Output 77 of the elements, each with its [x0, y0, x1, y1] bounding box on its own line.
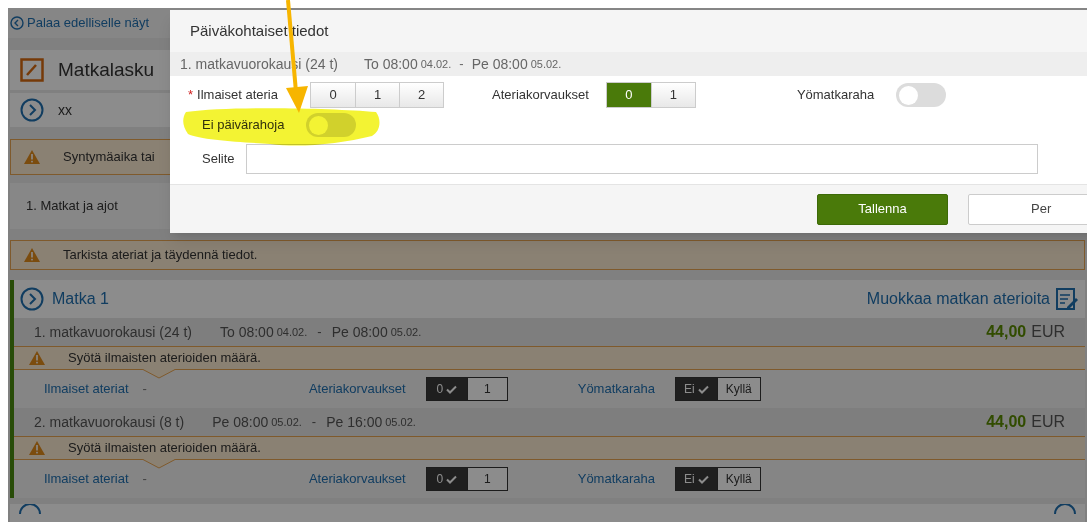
trip-title[interactable]: Matka 1 — [52, 287, 109, 311]
field-label: Ateriakorvaukset — [492, 86, 589, 105]
note-edit-icon — [1055, 287, 1079, 311]
required-mark: * — [188, 86, 194, 105]
dialog-title: Päiväkohtaiset tiedot — [190, 20, 329, 41]
warning-text: Syntymäaika tai — [63, 148, 155, 167]
option-button[interactable]: 0 — [426, 378, 467, 400]
warning-text: Syötä ilmaisten aterioiden määrä. — [68, 439, 261, 458]
check-icon — [446, 384, 458, 394]
field-label: Yömatkaraha — [577, 470, 656, 489]
field-label: Ilmaiset ateriat — [44, 380, 129, 399]
text-field[interactable] — [246, 144, 1038, 174]
warning-icon — [23, 247, 41, 263]
amount: 44,00 — [986, 412, 1027, 432]
expand-icon — [20, 287, 44, 311]
warning-icon — [23, 149, 41, 165]
option-button[interactable]: 0 — [426, 468, 467, 490]
option-button[interactable]: Ei — [676, 378, 717, 400]
option-button[interactable]: 0 — [606, 83, 651, 107]
date-separator: - — [459, 55, 464, 74]
field-label: Ilmaiset ateria — [197, 86, 279, 105]
check-icon — [446, 474, 458, 484]
check-icon — [697, 474, 709, 484]
option-button[interactable]: 2 — [399, 83, 444, 107]
option-button[interactable]: 1 — [650, 83, 695, 107]
cancel-button[interactable]: Per — [968, 193, 1087, 225]
field-label: Ei päivärahoja — [202, 116, 285, 135]
field-value: - — [142, 470, 147, 489]
option-button[interactable]: 0 — [311, 83, 356, 107]
field-label: Selite — [202, 150, 236, 169]
option-button[interactable]: 1 — [466, 378, 507, 400]
end-time: Pe 08:00 — [331, 322, 388, 342]
currency: EUR — [1031, 322, 1065, 342]
field-value: - — [142, 380, 147, 399]
option-button[interactable]: 1 — [355, 83, 400, 107]
warning-text: Tarkista ateriat ja täydennä tiedot. — [63, 246, 258, 265]
start-date: 04.02. — [420, 56, 452, 72]
start-time: Pe 08:00 — [212, 412, 269, 432]
date-separator: - — [311, 413, 317, 432]
day-label: 2. matkavuorokausi (8 t) — [34, 412, 185, 432]
check-icon — [697, 384, 709, 394]
option-button[interactable]: Kyllä — [716, 378, 760, 400]
warning-text: Syötä ilmaisten aterioiden määrä. — [68, 349, 261, 368]
expand-icon — [18, 504, 42, 514]
day-label: 1. matkavuorokausi (24 t) — [34, 322, 192, 342]
start-time: To 08:00 — [363, 54, 418, 74]
warning-icon — [28, 350, 46, 366]
field-label: Ilmaiset ateriat — [44, 470, 129, 489]
end-time: Pe 16:00 — [326, 412, 383, 432]
date-separator: - — [317, 323, 322, 342]
start-date: 04.02. — [276, 324, 308, 340]
currency: EUR — [1031, 412, 1065, 432]
field-label: Yömatkaraha — [796, 86, 875, 105]
start-time: To 08:00 — [219, 322, 274, 342]
option-button[interactable]: Ei — [676, 468, 717, 490]
field-label: Yömatkaraha — [577, 380, 656, 399]
toggle-switch[interactable] — [896, 83, 947, 107]
field-label: Ateriakorvaukset — [308, 380, 406, 399]
end-time: Pe 08:00 — [471, 54, 528, 74]
person-name: xx — [58, 100, 72, 120]
expand-icon — [1053, 504, 1077, 514]
option-button[interactable]: 1 — [466, 468, 507, 490]
save-button[interactable]: Tallenna — [817, 193, 949, 225]
back-link[interactable]: Palaa edelliselle näyt — [10, 13, 150, 33]
field-label: Ateriakorvaukset — [308, 470, 406, 489]
back-icon — [10, 16, 24, 30]
end-date: 05.02. — [530, 56, 562, 72]
warning-icon — [28, 440, 46, 456]
edit-meals-link[interactable]: Muokkaa matkan aterioita — [866, 287, 1079, 311]
page-title: Matkalasku — [58, 57, 155, 82]
amount: 44,00 — [986, 322, 1027, 342]
start-date: 05.02. — [271, 414, 302, 430]
end-date: 05.02. — [390, 324, 422, 340]
option-button[interactable]: Kyllä — [716, 468, 760, 490]
edit-icon — [20, 58, 44, 82]
expand-icon — [20, 98, 44, 122]
end-date: 05.02. — [385, 414, 416, 430]
